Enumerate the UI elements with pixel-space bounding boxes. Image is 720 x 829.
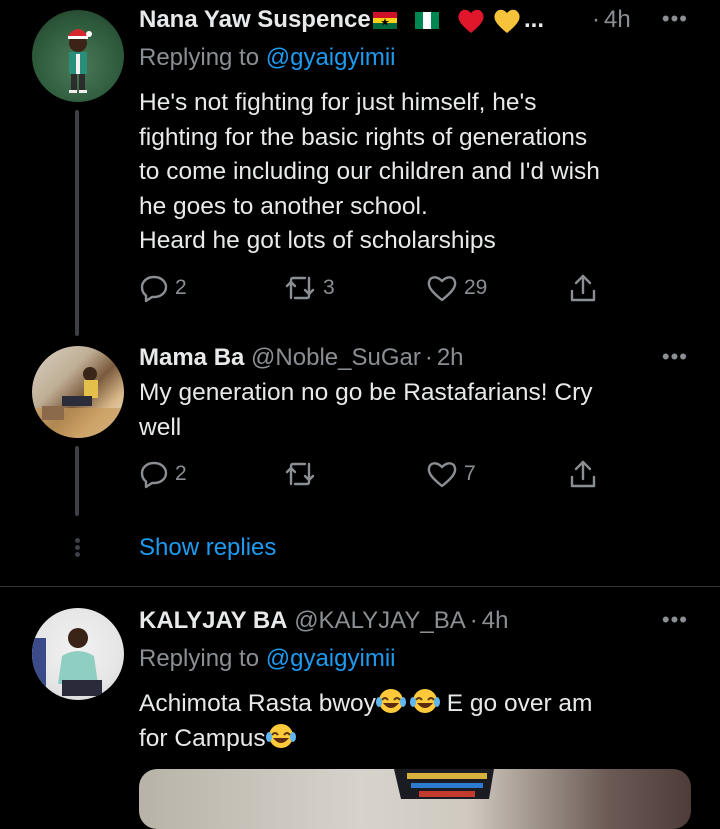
avatar-photo-icon — [32, 367, 124, 438]
thread-line — [75, 446, 79, 516]
share-button[interactable] — [567, 268, 599, 308]
avatar-photo-icon — [32, 628, 102, 696]
share-icon — [570, 274, 596, 302]
text-line: He's not fighting for just himself, he's — [139, 89, 537, 116]
display-name[interactable]: Nana Yaw Suspence — [139, 6, 371, 33]
tweet-text: He's not fighting for just himself, he's… — [139, 86, 699, 259]
laughing-tears-emoji-icon — [265, 723, 296, 748]
reply-icon — [140, 461, 168, 489]
red-heart-icon — [458, 9, 484, 33]
tweet-actions: 2 7 — [139, 454, 619, 494]
text-line: My generation no go be Rastafarians! Cry — [139, 379, 593, 406]
display-name[interactable]: Mama Ba — [139, 344, 244, 371]
reply-button[interactable]: 2 — [139, 454, 187, 494]
timestamp[interactable]: 4h — [482, 607, 509, 634]
yellow-heart-icon — [494, 9, 520, 33]
show-replies-link[interactable]: Show replies — [139, 530, 276, 566]
like-button[interactable]: 29 — [426, 268, 487, 308]
tweet-media-image[interactable] — [139, 769, 691, 829]
more-options-button[interactable]: ••• — [662, 344, 688, 370]
reply-count: 2 — [175, 462, 187, 485]
avatar[interactable] — [32, 608, 124, 700]
replying-to: Replying to @gyaigyimii — [139, 643, 395, 675]
replying-to-mention[interactable]: @gyaigyimii — [266, 44, 396, 71]
heart-icon — [427, 276, 457, 302]
display-name[interactable]: KALYJAY BA — [139, 607, 288, 634]
user-handle[interactable]: @Noble_SuGar — [251, 344, 421, 371]
share-button[interactable] — [567, 454, 599, 494]
separator-dot: · — [592, 6, 600, 33]
replying-prefix: Replying to — [139, 44, 260, 71]
retweet-button[interactable]: 3 — [283, 268, 335, 308]
retweet-button[interactable] — [283, 454, 323, 494]
timestamp[interactable]: 2h — [437, 344, 464, 371]
retweet-icon — [285, 462, 315, 486]
tweet-header: Mama Ba @Noble_SuGar · 2h — [139, 342, 464, 374]
text-line: Heard he got lots of scholarships — [139, 227, 496, 254]
text-line: for Campus — [139, 722, 699, 757]
tweet-text: My generation no go be Rastafarians! Cry… — [139, 376, 699, 445]
replying-to: Replying to @gyaigyimii — [139, 42, 395, 74]
laughing-tears-emoji-icon — [375, 689, 406, 713]
ghana-flag-icon — [372, 12, 397, 30]
text-segment: E go over am — [439, 690, 593, 717]
avatar[interactable] — [32, 346, 124, 438]
like-count: 7 — [464, 462, 476, 485]
tweet-text: Achimota Rasta bwoy E go over am for Cam… — [139, 687, 699, 756]
retweet-count: 3 — [323, 276, 335, 299]
separator-dot: · — [469, 607, 478, 634]
reply-button[interactable]: 2 — [139, 268, 187, 308]
thread-line — [75, 110, 79, 336]
tweet-header: Nana Yaw Suspence ... — [139, 4, 544, 36]
share-icon — [570, 460, 596, 488]
bitmoji-avatar-icon — [68, 29, 92, 93]
reply-count: 2 — [175, 276, 187, 299]
separator-dot: · — [424, 344, 433, 371]
text-segment: for Campus — [139, 724, 266, 752]
heart-icon — [427, 462, 457, 488]
tweet-actions: 2 3 29 — [139, 268, 619, 308]
replying-to-mention[interactable]: @gyaigyimii — [266, 645, 396, 672]
like-button[interactable]: 7 — [426, 454, 476, 494]
text-line: well — [139, 413, 182, 441]
thread-dots-icon — [72, 536, 82, 560]
text-line: he goes to another school. — [139, 192, 428, 220]
tweet-header: KALYJAY BA @KALYJAY_BA · 4h — [139, 605, 508, 637]
timestamp[interactable]: 4h — [604, 6, 631, 33]
like-count: 29 — [464, 276, 488, 299]
reply-icon — [140, 275, 168, 303]
tweet-time: · 4h — [592, 4, 631, 36]
replying-prefix: Replying to — [139, 645, 260, 672]
text-segment: Achimota Rasta bwoy — [139, 690, 376, 717]
text-line: Achimota Rasta bwoy E go over am — [139, 687, 699, 722]
avatar[interactable] — [32, 10, 124, 102]
laughing-tears-emoji-icon — [409, 689, 440, 713]
text-line: fighting for the basic rights of generat… — [139, 123, 588, 151]
name-ellipsis: ... — [524, 6, 545, 33]
more-options-button[interactable]: ••• — [662, 607, 688, 633]
retweet-icon — [285, 276, 315, 300]
tweet-mama-ba[interactable]: Mama Ba @Noble_SuGar · 2h ••• My generatio… — [0, 340, 720, 586]
tweet-nana-yaw[interactable]: Nana Yaw Suspence ... · 4h ••• Replying t… — [0, 0, 720, 340]
media-photo-icon — [394, 769, 494, 799]
tweet-kalyjay[interactable]: KALYJAY BA @KALYJAY_BA · 4h ••• Replying t… — [0, 587, 720, 798]
nigeria-flag-icon — [415, 12, 440, 30]
user-handle[interactable]: @KALYJAY_BA — [294, 607, 466, 634]
text-line: to come including our children and I'd w… — [139, 158, 600, 185]
more-options-button[interactable]: ••• — [662, 6, 688, 32]
